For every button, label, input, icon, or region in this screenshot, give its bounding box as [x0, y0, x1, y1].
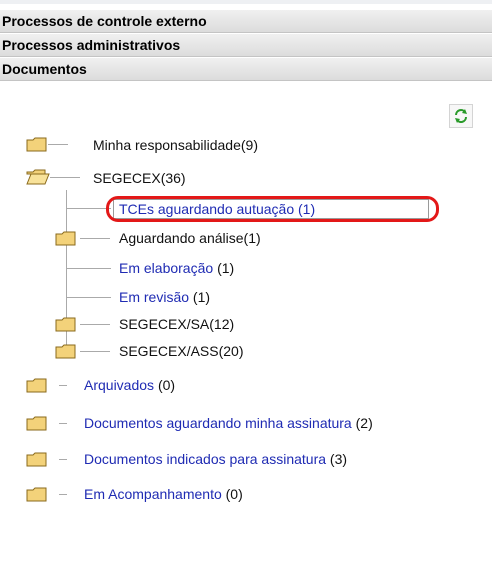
tree-connector	[48, 144, 68, 145]
item-label: Documentos aguardando minha assinatura	[84, 415, 352, 431]
folder-icon[interactable]	[26, 487, 47, 502]
folder-icon[interactable]	[26, 416, 47, 431]
tree-connector	[80, 238, 110, 239]
folder-icon[interactable]	[55, 317, 76, 332]
tree-connector	[59, 423, 67, 424]
item-count: (3)	[329, 451, 348, 467]
item-count: (1)	[192, 289, 211, 305]
tree-connector	[80, 324, 110, 325]
item-label: Arquivados	[84, 377, 155, 393]
tree-connector	[67, 297, 111, 298]
tree-connector	[80, 351, 110, 352]
tree-item-em-elaboracao[interactable]: Em elaboração (1)	[119, 260, 234, 276]
item-label: Documentos indicados para assinatura	[84, 451, 327, 467]
tree-item-docs-aguardando-minha-assinatura[interactable]: Documentos aguardando minha assinatura (…	[84, 415, 373, 431]
item-label: Em elaboração	[119, 260, 214, 276]
tree-item-arquivados[interactable]: Arquivados (0)	[84, 377, 175, 393]
item-count: (1)	[217, 260, 235, 276]
tree-item-docs-indicados-assinatura[interactable]: Documentos indicados para assinatura (3)	[84, 451, 347, 467]
documents-tree: Minha responsabilidade(9) SEGECEX(36) TC…	[0, 0, 492, 572]
item-count: (0)	[225, 486, 243, 502]
tree-connector	[59, 459, 67, 460]
item-label: Em revisão	[119, 289, 190, 305]
tree-item-segecex-ass[interactable]: SEGECEX/ASS(20)	[119, 343, 244, 359]
folder-icon[interactable]	[55, 231, 76, 246]
tree-item-tces-aguardando[interactable]: TCEs aguardando autuação (1)	[119, 201, 315, 217]
tree-item-segecex[interactable]: SEGECEX(36)	[93, 170, 186, 186]
folder-open-icon[interactable]	[26, 169, 50, 185]
folder-icon[interactable]	[55, 344, 76, 359]
tree-item-em-acompanhamento[interactable]: Em Acompanhamento (0)	[84, 486, 243, 502]
item-count: (2)	[355, 415, 373, 431]
tree-connector	[67, 208, 111, 209]
tree-connector	[59, 494, 67, 495]
tree-item-minha-responsabilidade[interactable]: Minha responsabilidade(9)	[93, 137, 258, 153]
tree-item-segecex-sa[interactable]: SEGECEX/SA(12)	[119, 316, 234, 332]
tree-connector	[67, 268, 111, 269]
tree-connector	[50, 177, 80, 178]
tree-item-em-revisao[interactable]: Em revisão (1)	[119, 289, 210, 305]
tree-item-aguardando-analise[interactable]: Aguardando análise(1)	[119, 230, 261, 246]
tree-connector	[59, 385, 67, 386]
folder-icon[interactable]	[26, 452, 47, 467]
item-count: (0)	[157, 377, 176, 393]
folder-icon[interactable]	[26, 137, 47, 152]
folder-icon[interactable]	[26, 378, 47, 393]
item-label: Em Acompanhamento	[84, 486, 222, 502]
